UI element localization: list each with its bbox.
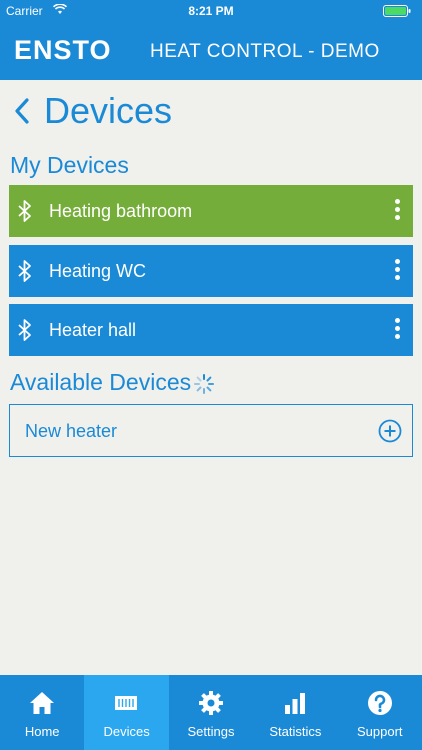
app-header: ENSTO HEAT CONTROL - DEMO xyxy=(0,22,422,80)
available-devices-heading: Available Devices xyxy=(10,369,192,395)
tab-label: Statistics xyxy=(269,724,322,739)
device-row[interactable]: Heating bathroom xyxy=(9,185,413,237)
more-options-icon[interactable] xyxy=(393,259,401,283)
device-name: Heater hall xyxy=(49,320,137,340)
tab-settings[interactable]: Settings xyxy=(169,675,253,750)
bluetooth-icon xyxy=(18,260,31,282)
more-options-icon[interactable] xyxy=(393,199,401,223)
device-name: Heating bathroom xyxy=(49,201,193,221)
tab-label: Home xyxy=(24,724,60,739)
add-device-icon[interactable] xyxy=(378,419,402,443)
ensto-logo: ENSTO xyxy=(14,35,112,65)
clock: 8:21 PM xyxy=(188,4,234,18)
tab-bar: Home Devices Settings Statistics Support xyxy=(0,675,422,750)
bluetooth-icon xyxy=(18,319,31,341)
status-bar: Carrier 8:21 PM xyxy=(0,0,422,22)
app-title: HEAT CONTROL - DEMO xyxy=(150,41,380,62)
device-row[interactable]: Heating WC xyxy=(9,245,413,297)
bar-chart-icon xyxy=(285,693,306,714)
device-row[interactable]: Heater hall xyxy=(9,304,413,356)
help-icon xyxy=(367,691,392,715)
loading-spinner-icon xyxy=(194,374,214,394)
tab-home[interactable]: Home xyxy=(0,675,84,750)
more-options-icon[interactable] xyxy=(393,318,401,342)
tab-support[interactable]: Support xyxy=(338,675,422,750)
bluetooth-icon xyxy=(18,200,31,222)
devices-icon xyxy=(115,696,138,710)
battery-icon xyxy=(383,5,411,17)
available-device-row[interactable]: New heater xyxy=(9,404,413,457)
tab-label: Support xyxy=(356,724,403,739)
home-icon xyxy=(30,692,54,714)
gear-icon xyxy=(198,691,223,715)
tab-devices[interactable]: Devices xyxy=(84,675,169,750)
tab-label: Settings xyxy=(187,724,235,739)
tab-label: Devices xyxy=(103,724,150,739)
tab-statistics[interactable]: Statistics xyxy=(253,675,337,750)
my-devices-heading: My Devices xyxy=(10,152,129,178)
back-chevron-icon[interactable] xyxy=(14,98,30,124)
device-name: New heater xyxy=(25,421,118,441)
page-title: Devices xyxy=(44,90,173,131)
device-name: Heating WC xyxy=(49,261,147,281)
